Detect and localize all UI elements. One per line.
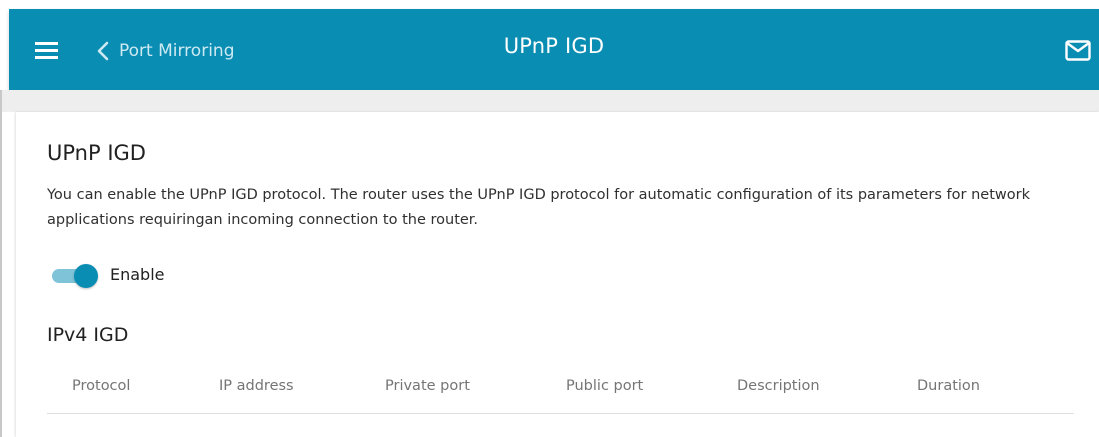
app-frame: Port Mirroring UPnP IGD UPnP IGD You can… [0,0,1099,437]
column-private-port: Private port [385,378,470,394]
column-protocol: Protocol [72,378,131,394]
left-border [0,90,2,437]
column-ip-address: IP address [219,378,294,394]
content-background [2,90,1099,112]
column-description: Description [737,378,820,394]
toggle-knob [74,264,98,288]
column-public-port: Public port [566,378,644,394]
section-description: You can enable the UPnP IGD protocol. Th… [47,187,1030,228]
enable-label: Enable [110,265,165,284]
section-title: UPnP IGD [47,141,146,165]
mail-icon[interactable] [1065,40,1091,61]
enable-toggle[interactable] [52,264,98,288]
top-app-bar: Port Mirroring UPnP IGD [9,9,1099,90]
page-title: UPnP IGD [503,34,605,58]
ipv4-igd-title: IPv4 IGD [47,324,129,346]
ipv4-table-header: Protocol IP address Private port Public … [47,366,1074,414]
top-margin [0,0,1099,9]
column-duration: Duration [917,378,980,394]
